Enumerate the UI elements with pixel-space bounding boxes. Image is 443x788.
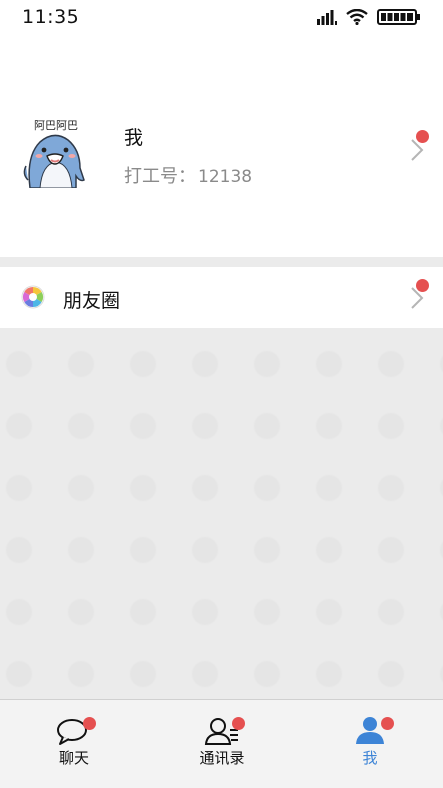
tab-contacts-label: 通讯录	[199, 749, 245, 767]
status-bar: 11:35	[0, 0, 443, 34]
tab-chat[interactable]: 聊天	[0, 700, 148, 788]
contacts-badge-dot	[232, 717, 245, 730]
me-badge-dot	[381, 717, 394, 730]
tab-contacts[interactable]: 通讯录	[148, 700, 296, 788]
chat-badge-dot	[83, 717, 96, 730]
avatar: 阿巴阿巴	[20, 116, 92, 188]
tab-me[interactable]: 我	[296, 700, 443, 788]
work-id-value: 12138	[198, 167, 253, 187]
background-pattern	[0, 329, 443, 699]
moments-row[interactable]: 朋友圈	[0, 267, 443, 328]
profile-badge-dot	[416, 130, 429, 143]
moments-label: 朋友圈	[63, 290, 121, 312]
profile-name: 我	[124, 127, 144, 149]
tab-bar: 聊天 通讯录 我	[0, 699, 443, 788]
tab-chat-label: 聊天	[58, 749, 89, 767]
profile-card[interactable]: 阿巴阿巴 我 打工号： 12138	[0, 34, 443, 257]
work-id: 打工号： 12138	[124, 162, 252, 188]
work-id-label: 打工号：	[124, 166, 196, 187]
wifi-icon	[346, 9, 368, 25]
moments-badge-dot	[416, 279, 429, 292]
avatar-caption: 阿巴阿巴	[34, 119, 78, 132]
status-time: 11:35	[22, 6, 80, 28]
moments-aperture-icon	[21, 285, 45, 309]
status-icons	[317, 9, 421, 25]
signal-icon	[317, 10, 337, 25]
tab-me-label: 我	[362, 749, 378, 767]
battery-icon	[377, 9, 420, 25]
